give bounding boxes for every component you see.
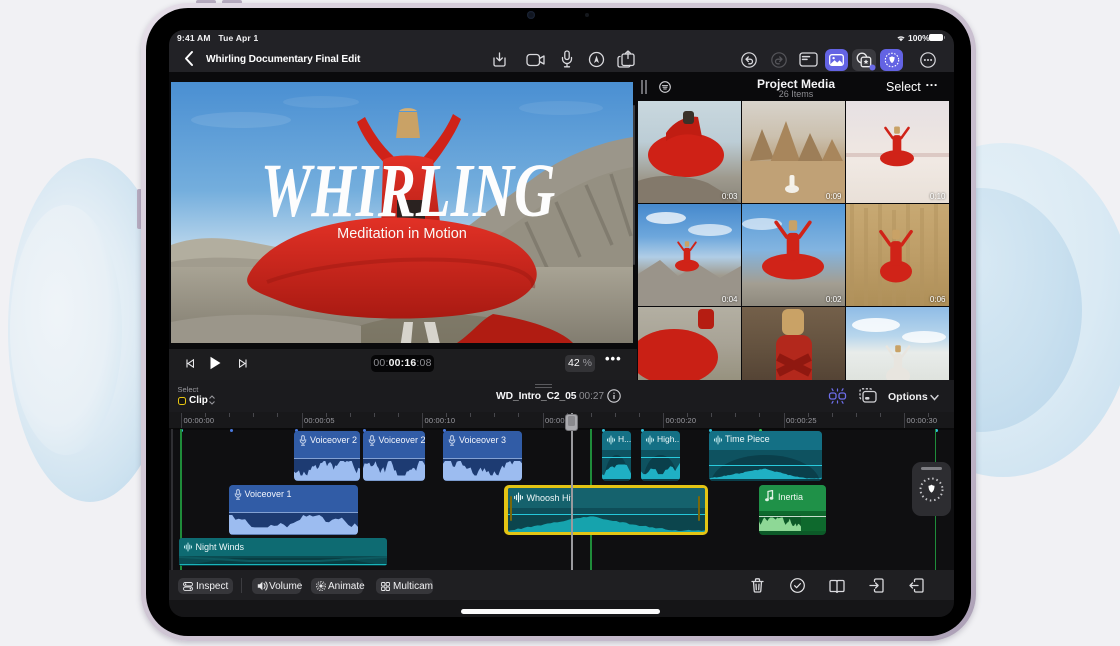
svg-text:WHIRLING: WHIRLING — [261, 148, 555, 233]
svg-text:Meditation in Motion: Meditation in Motion — [337, 226, 467, 242]
